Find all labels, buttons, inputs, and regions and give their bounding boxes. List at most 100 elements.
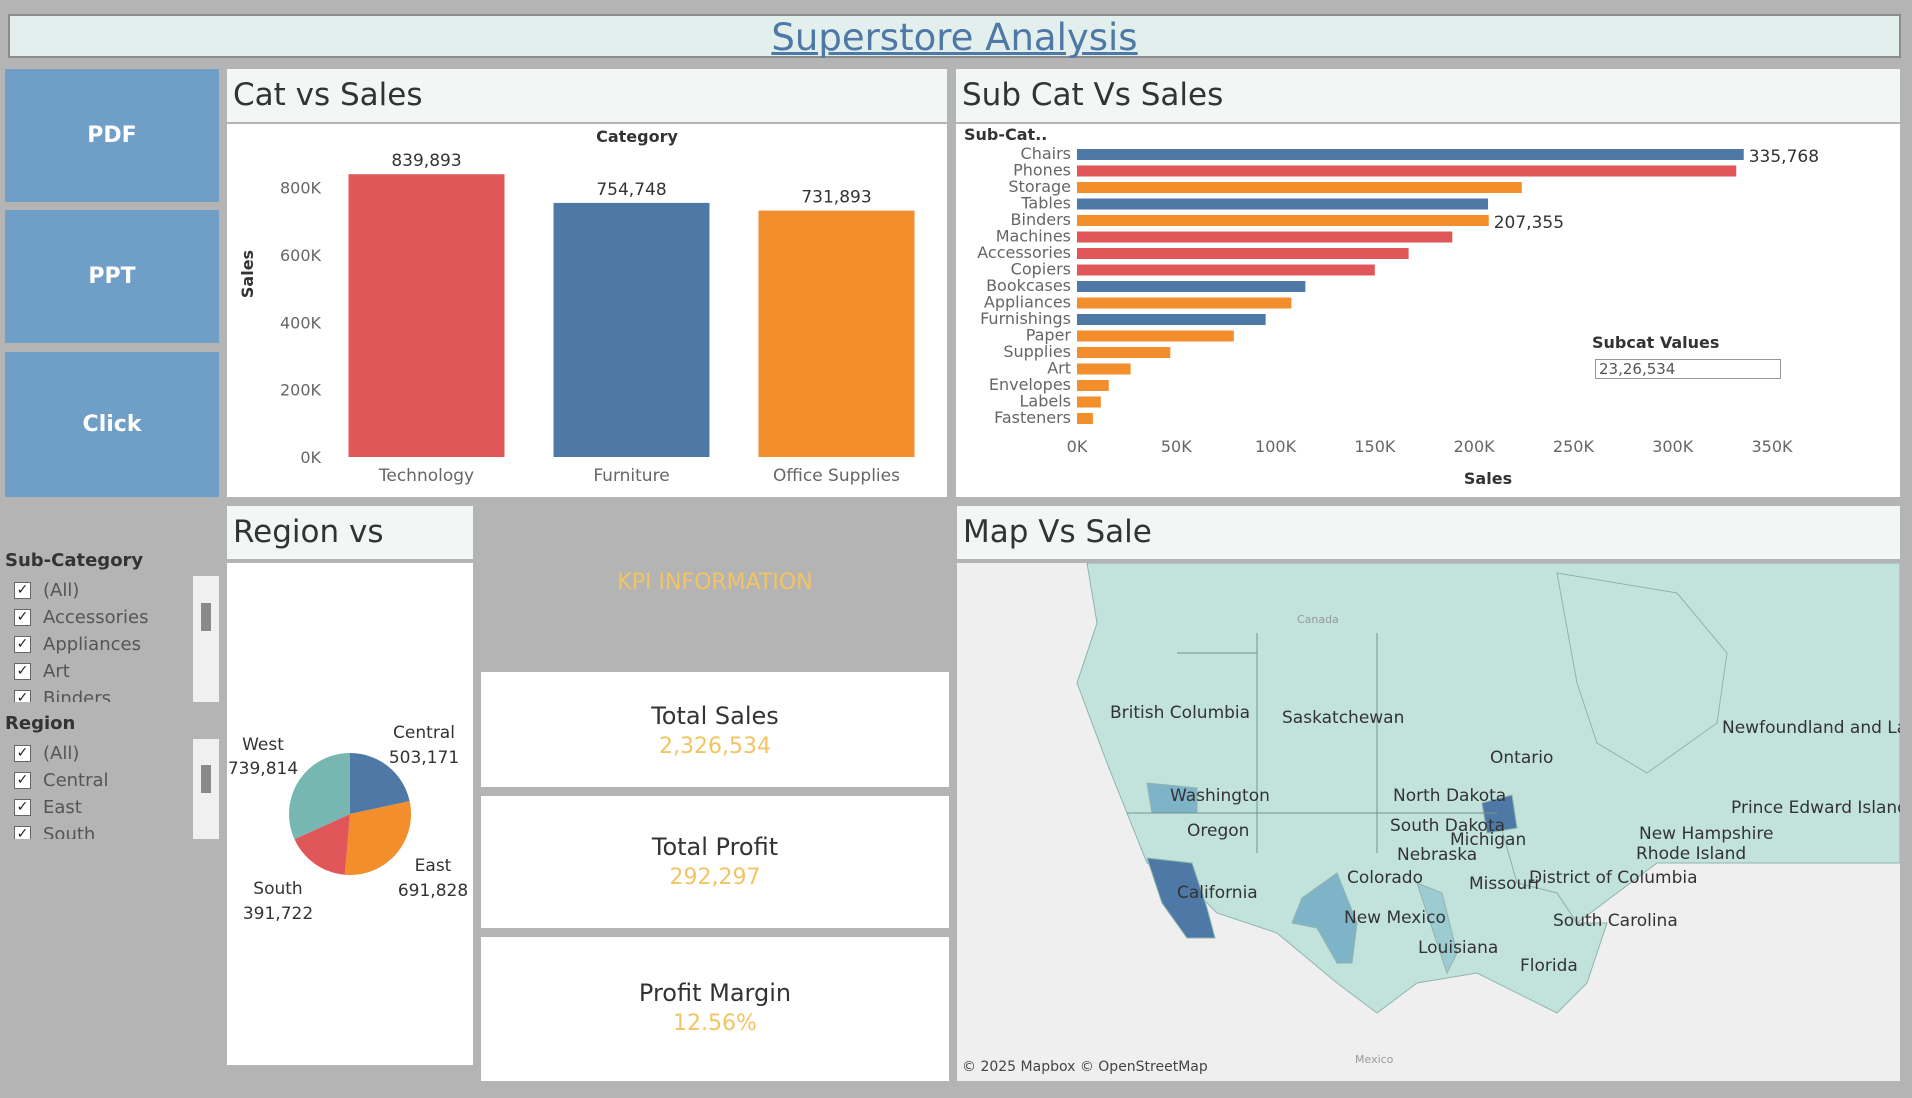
region-sales-panel: Central 503,171 East 691,828 South 391,722 Wes… (227, 563, 473, 1065)
profit-margin-label: Profit Margin (638, 979, 792, 1007)
region-filter-scrollbar[interactable] (193, 739, 219, 839)
region-filter-item-label: Central (43, 770, 109, 791)
profit-margin-value: 12.56% (673, 1011, 757, 1036)
x-tick-label: 200K (1454, 437, 1496, 456)
checkbox[interactable]: ✓ (14, 636, 31, 653)
subcategory-filter-item[interactable]: ✓ Appliances (14, 634, 141, 655)
region-filter-list[interactable]: ✓ (All) ✓ Central ✓ East ✓ South (0, 737, 220, 839)
cat-sales-header: Cat vs Sales (227, 69, 947, 122)
checkbox[interactable]: ✓ (14, 609, 31, 626)
map-label: Rhode Island (1636, 844, 1746, 864)
checkbox[interactable]: ✓ (14, 582, 31, 599)
bar (1077, 297, 1292, 309)
subcategory-filter-title: Sub-Category (5, 550, 144, 571)
bar-value-label: 731,893 (801, 188, 871, 208)
bar (348, 174, 505, 457)
total-profit-card: Total Profit 292,297 (481, 796, 949, 928)
category-bar-chart[interactable]: Category Sales 0K 200K 400K 600K 800K 839,893 Te… (227, 124, 947, 497)
kpi-info-title: KPI INFORMATION (617, 570, 813, 595)
subcategory-filter-item[interactable]: ✓ Binders (14, 688, 111, 702)
subcategory-filter-item-label: Art (43, 661, 70, 682)
x-tick-label: 100K (1255, 437, 1297, 456)
map-label: Saskatchewan (1282, 708, 1404, 728)
map-label: Missouri (1469, 874, 1539, 894)
bar (1077, 248, 1409, 259)
bar-value-label: 754,748 (596, 180, 666, 200)
bar (1077, 149, 1744, 160)
subcategory-bar-chart[interactable]: Sub-Cat..Chairs 335,768PhonesStorageTable… (956, 124, 1900, 497)
y-tick-label: 800K (280, 179, 322, 198)
slice-value-label: 391,722 (243, 904, 313, 924)
map-sale-title: Map Vs Sale (963, 514, 1152, 550)
map-attribution: © 2025 Mapbox © OpenStreetMap (962, 1059, 1208, 1075)
region-filter-item[interactable]: ✓ (All) (14, 743, 79, 764)
subcategory-filter-item-label: Accessories (43, 607, 149, 628)
y-tick-label: 600K (280, 246, 322, 265)
subcat-sales-header: Sub Cat Vs Sales (956, 69, 1900, 122)
map-label: Ontario (1490, 748, 1553, 768)
bar (1077, 330, 1234, 342)
bar (1077, 314, 1266, 325)
map-label: North Dakota (1393, 786, 1506, 806)
checkbox[interactable]: ✓ (14, 772, 31, 789)
checkbox[interactable]: ✓ (14, 745, 31, 762)
map-panel[interactable]: British Columbia Saskatchewan Newfoundland… (957, 563, 1900, 1081)
subcategory-filter-scrollbar[interactable] (193, 576, 219, 702)
region-filter-title: Region (5, 713, 76, 734)
bar (1077, 198, 1489, 210)
checkbox[interactable]: ✓ (14, 690, 31, 702)
slice-value-label: 503,171 (389, 748, 459, 768)
subcategory-filter-item-label: (All) (43, 580, 80, 601)
ppt-button[interactable]: PPT (5, 210, 219, 343)
total-sales-value: 2,326,534 (659, 734, 771, 759)
x-tick-label: 350K (1751, 437, 1793, 456)
region-filter-item[interactable]: ✓ South (14, 824, 95, 839)
pdf-button[interactable]: PDF (5, 69, 219, 202)
cat-sales-panel: Category Sales 0K 200K 400K 600K 800K 839,893 Te… (227, 124, 947, 497)
subcategory-filter-item[interactable]: ✓ Accessories (14, 607, 149, 628)
subcategory-filter-item-label: Appliances (43, 634, 141, 655)
cat-sales-title: Cat vs Sales (233, 77, 423, 113)
total-sales-label: Total Sales (651, 702, 779, 730)
x-axis-label: Sales (1464, 469, 1512, 488)
map-label: Florida (1520, 956, 1578, 976)
slice-value-label: 739,814 (228, 759, 298, 779)
sales-map[interactable]: British Columbia Saskatchewan Newfoundland… (957, 563, 1900, 1081)
checkbox[interactable]: ✓ (14, 826, 31, 839)
region-filter-item[interactable]: ✓ East (14, 797, 82, 818)
bar (758, 210, 915, 457)
region-pie-chart[interactable]: Central 503,171 East 691,828 South 391,722 Wes… (227, 563, 473, 1065)
map-label: Washington (1170, 786, 1270, 806)
slice-category-label: Central (393, 723, 455, 743)
bar (1077, 182, 1522, 193)
subcategory-filter-list[interactable]: ✓ (All) ✓ Accessories ✓ Appliances ✓ Art ✓ Binder… (0, 574, 220, 702)
map-label: British Columbia (1110, 703, 1250, 723)
region-filter-item-label: South (43, 824, 96, 839)
y-axis-label: Sales (238, 250, 257, 298)
click-button[interactable]: Click (5, 352, 219, 497)
map-label: Louisiana (1418, 938, 1498, 958)
x-tick-label: Technology (378, 466, 474, 486)
click-button-label: Click (82, 412, 142, 437)
bar (1077, 380, 1109, 391)
total-sales-card: Total Sales 2,326,534 (481, 672, 949, 787)
subcategory-filter-item[interactable]: ✓ (All) (14, 580, 79, 601)
x-tick-label: 0K (1067, 437, 1088, 456)
region-filter-item[interactable]: ✓ Central (14, 770, 109, 791)
map-label: New Hampshire (1639, 824, 1773, 844)
region-filter-scroll-thumb[interactable] (201, 765, 211, 793)
checkbox[interactable]: ✓ (14, 663, 31, 680)
subcat-values-input[interactable]: 23,26,534 (1595, 359, 1781, 379)
x-tick-label: Office Supplies (773, 466, 900, 486)
subcat-sales-title: Sub Cat Vs Sales (962, 77, 1224, 113)
map-sale-header: Map Vs Sale (957, 506, 1900, 559)
chart-title: Sub-Cat.. (964, 125, 1047, 144)
checkbox[interactable]: ✓ (14, 799, 31, 816)
slice-value-label: 691,828 (398, 881, 468, 901)
y-tick-label: 0K (300, 448, 321, 467)
subcategory-filter-item[interactable]: ✓ Art (14, 661, 70, 682)
subcategory-filter-scroll-thumb[interactable] (201, 603, 211, 631)
y-tick-label: Fasteners (994, 408, 1071, 427)
bar (1077, 396, 1101, 408)
dashboard-title[interactable]: Superstore Analysis (771, 16, 1137, 59)
